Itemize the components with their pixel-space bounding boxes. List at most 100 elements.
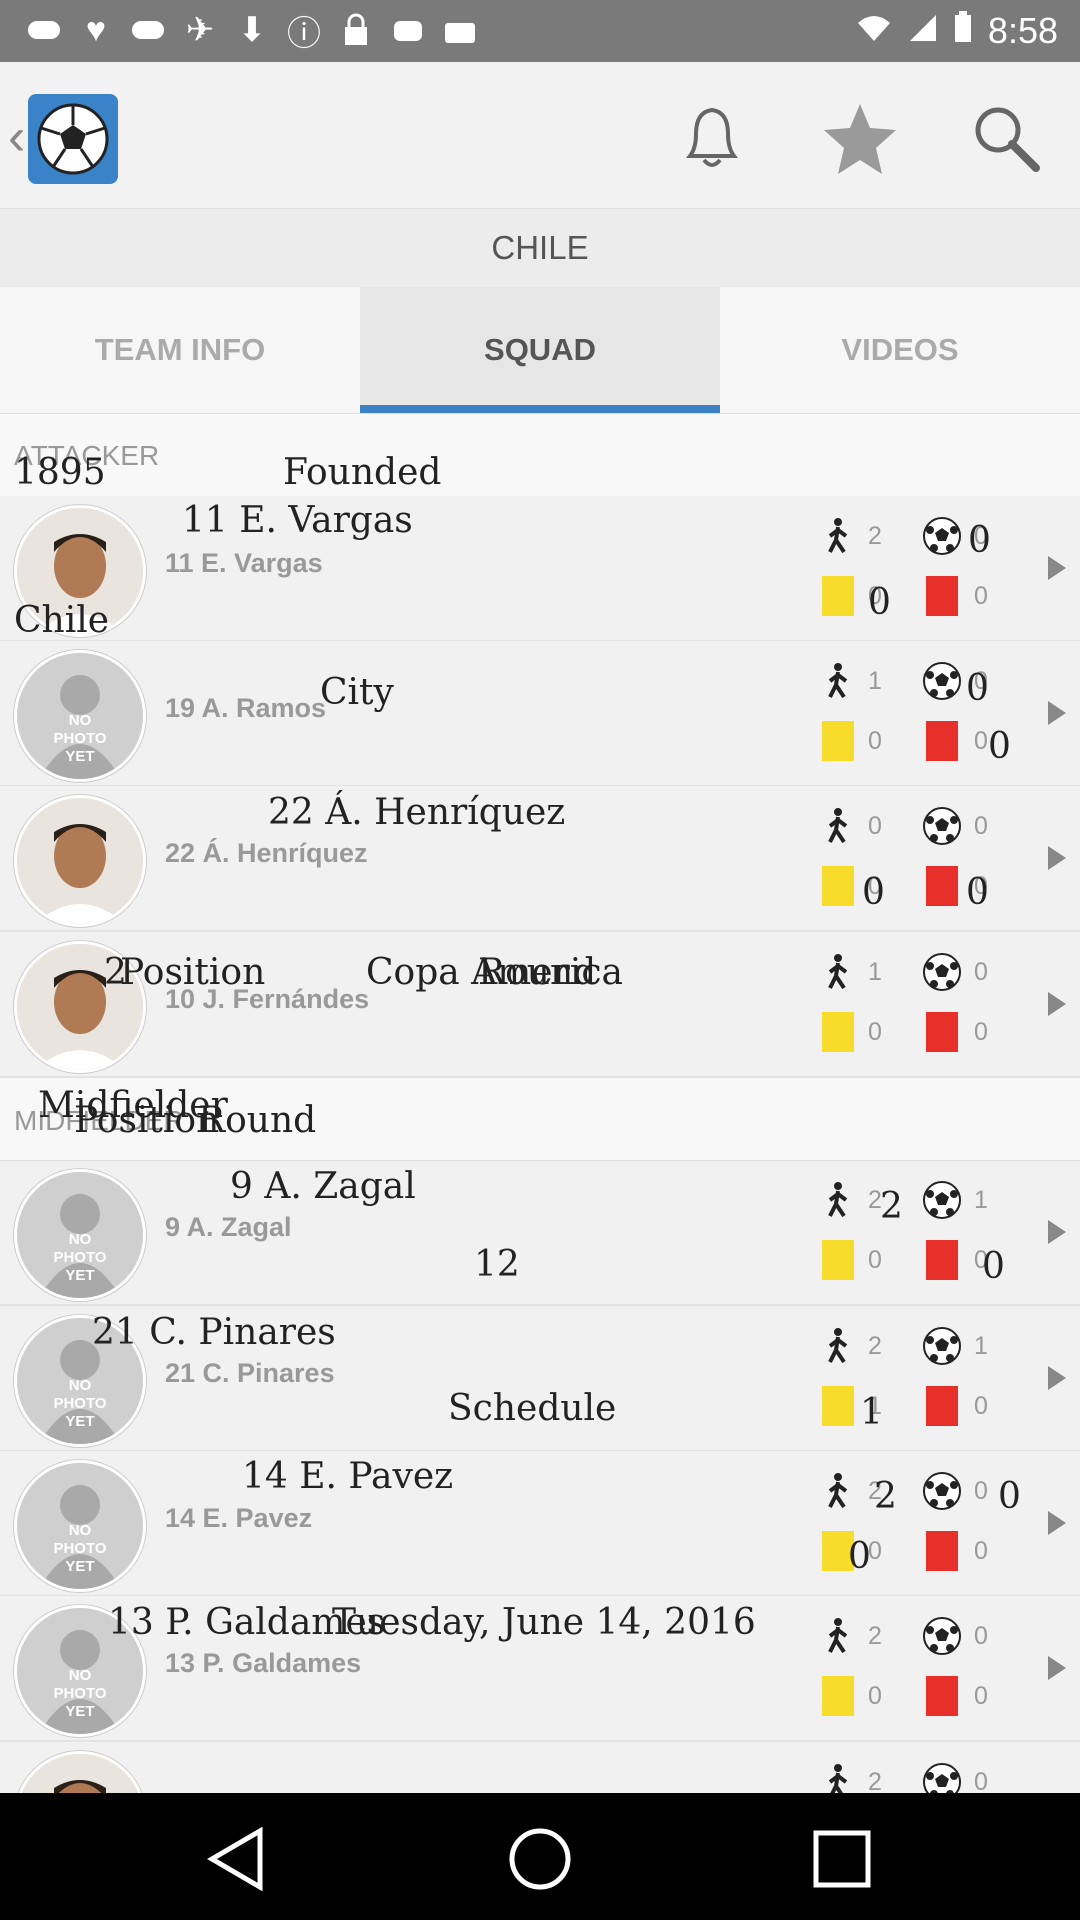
- player-row[interactable]: 11 E. Vargas 2 0 0 0: [0, 496, 1080, 642]
- svg-text:PHOTO: PHOTO: [53, 730, 106, 747]
- goals-icon: [922, 661, 962, 701]
- goals-icon: [922, 1616, 962, 1656]
- nav-home-icon[interactable]: [504, 1823, 576, 1900]
- overlay-twelve: 12: [474, 1244, 520, 1285]
- overlay-chile: Chile: [14, 600, 110, 641]
- svg-text:NO: NO: [69, 1377, 92, 1394]
- player-name: 19 A. Ramos: [165, 693, 327, 723]
- yellow-card-icon: [822, 721, 854, 761]
- svg-text:NO: NO: [69, 1231, 92, 1248]
- appearances-count: 2: [868, 1622, 882, 1650]
- svg-text:YET: YET: [65, 1558, 94, 1575]
- svg-text:YET: YET: [65, 1267, 94, 1284]
- overlay-round: Round: [198, 1100, 317, 1141]
- svg-text:NO: NO: [69, 1667, 92, 1684]
- appearances-icon: [818, 1326, 858, 1366]
- appearances-icon: [818, 1616, 858, 1656]
- info-icon: ⓘ: [287, 14, 321, 53]
- yellow-card-count: 0: [868, 727, 882, 755]
- section-header-attacker: ATTACKER: [0, 414, 1080, 497]
- player-avatar: NO PHOTO YET: [14, 1460, 146, 1592]
- soccer-logo-icon[interactable]: [28, 94, 118, 184]
- chevron-right-icon[interactable]: [1048, 701, 1066, 725]
- player-avatar: NO PHOTO YET: [14, 1169, 146, 1301]
- goals-count: 1: [974, 1186, 988, 1214]
- red-card-icon: [926, 1676, 958, 1716]
- goals-count: 1: [974, 1332, 988, 1360]
- clock-time: 8:58: [987, 10, 1058, 51]
- svg-text:YET: YET: [65, 748, 94, 765]
- goals-count: 0: [974, 1477, 988, 1505]
- briefcase-icon: [440, 8, 480, 52]
- red-card-count: 0: [974, 1018, 988, 1046]
- appearances-icon: [818, 661, 858, 701]
- game-controller-icon: [24, 8, 64, 52]
- red-card-count: 0: [974, 582, 988, 610]
- yellow-card-count: 0: [868, 1682, 882, 1710]
- chevron-right-icon[interactable]: [1048, 1220, 1066, 1244]
- red-card-count: 0: [974, 727, 988, 755]
- goals-icon: [922, 806, 962, 846]
- wifi-icon: [856, 10, 892, 52]
- nav-back-icon[interactable]: [200, 1823, 272, 1900]
- red-card-count: 0: [974, 1537, 988, 1565]
- back-icon[interactable]: ‹: [8, 107, 25, 167]
- overlay-name-3: 22 Á. Henríquez: [268, 792, 566, 833]
- overlay-value: 0: [966, 872, 989, 913]
- bell-icon[interactable]: [672, 98, 752, 178]
- app-bar: ‹: [0, 62, 1080, 208]
- yellow-card-icon: [822, 866, 854, 906]
- overlay-value: 2: [874, 1476, 897, 1517]
- chevron-right-icon[interactable]: [1048, 846, 1066, 870]
- svg-text:YET: YET: [65, 1703, 94, 1720]
- appearances-count: 0: [868, 812, 882, 840]
- android-icon: [388, 8, 428, 52]
- nav-recents-icon[interactable]: [806, 1823, 878, 1900]
- overlay-name-1: 11 E. Vargas: [182, 500, 413, 541]
- overlay-value: 0: [982, 1246, 1005, 1287]
- tab-squad[interactable]: SQUAD: [360, 287, 720, 413]
- red-card-count: 0: [974, 1392, 988, 1420]
- player-name: 11 E. Vargas: [165, 548, 323, 578]
- chevron-right-icon[interactable]: [1048, 1511, 1066, 1535]
- overlay-value: 0: [998, 1476, 1021, 1517]
- yellow-card-icon: [822, 1676, 854, 1716]
- chevron-right-icon[interactable]: [1048, 556, 1066, 580]
- search-icon[interactable]: [966, 98, 1046, 178]
- tab-bar: TEAM INFO SQUAD VIDEOS: [0, 287, 1080, 415]
- player-name: 21 C. Pinares: [165, 1358, 335, 1388]
- chevron-right-icon[interactable]: [1048, 1366, 1066, 1390]
- player-name: 22 Á. Henríquez: [165, 838, 368, 868]
- svg-text:PHOTO: PHOTO: [53, 1395, 106, 1412]
- player-row[interactable]: NO PHOTO YET 9 A. Zagal 2 1 0 0: [0, 1160, 1080, 1306]
- star-icon[interactable]: [820, 98, 900, 178]
- red-card-icon: [926, 576, 958, 616]
- svg-text:PHOTO: PHOTO: [53, 1685, 106, 1702]
- appearances-icon: [818, 1471, 858, 1511]
- player-row[interactable]: NO PHOTO YET 14 E. Pavez 2 0 0 0: [0, 1451, 1080, 1597]
- tab-videos[interactable]: VIDEOS: [720, 287, 1080, 413]
- appearances-count: 2: [868, 1332, 882, 1360]
- chevron-right-icon[interactable]: [1048, 992, 1066, 1016]
- yellow-card-count: 0: [868, 1246, 882, 1274]
- overlay-value: 0: [988, 726, 1011, 767]
- overlay-value: 0: [868, 582, 891, 623]
- country-title: CHILE: [0, 208, 1080, 288]
- goals-icon: [922, 1326, 962, 1366]
- heart-icon: ♥: [85, 10, 107, 49]
- player-name: 9 A. Zagal: [165, 1212, 292, 1242]
- appearances-icon: [818, 516, 858, 556]
- player-avatar: NO PHOTO YET: [14, 650, 146, 782]
- player-avatar: [14, 795, 146, 927]
- red-card-icon: [926, 721, 958, 761]
- yellow-card-count: 0: [868, 1018, 882, 1046]
- player-row[interactable]: NO PHOTO YET 19 A. Ramos 1 0 0 0: [0, 641, 1080, 787]
- player-row[interactable]: 20: [0, 1742, 1080, 1883]
- chevron-right-icon[interactable]: [1048, 1656, 1066, 1680]
- status-icons: ♥ ✈ ⬇ ⓘ: [24, 8, 480, 53]
- yellow-card-icon: [822, 576, 854, 616]
- tab-team-info[interactable]: TEAM INFO: [0, 287, 360, 413]
- overlay-value: 0: [968, 520, 991, 561]
- red-card-icon: [926, 1386, 958, 1426]
- game-controller-icon: [128, 8, 168, 52]
